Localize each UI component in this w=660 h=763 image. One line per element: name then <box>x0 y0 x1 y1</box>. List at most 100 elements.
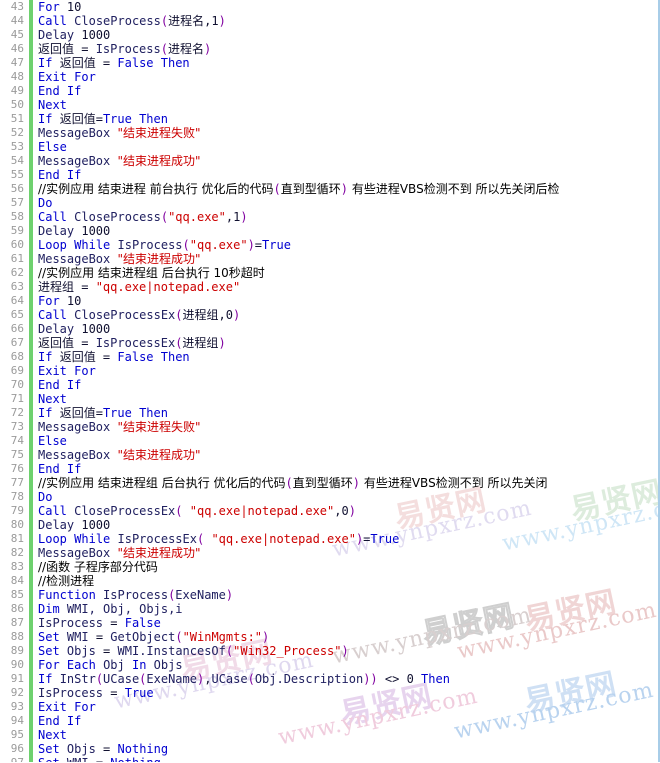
code-line[interactable]: 78 Do <box>0 490 660 504</box>
code-line[interactable]: 64 For 10 <box>0 294 660 308</box>
code-line[interactable]: 95 Next <box>0 728 660 742</box>
code-line[interactable]: 90 For Each Obj In Objs <box>0 658 660 672</box>
code-line[interactable]: 68 If 返回值 = False Then <box>0 350 660 364</box>
code-line[interactable]: 92 IsProcess = True <box>0 686 660 700</box>
code-line[interactable]: 85 Function IsProcess(ExeName) <box>0 588 660 602</box>
code-line-text[interactable]: If 返回值 = False Then <box>38 56 190 70</box>
code-line-text[interactable]: MessageBox "结束进程成功" <box>38 154 201 168</box>
code-line[interactable]: 58 Call CloseProcess("qq.exe",1) <box>0 210 660 224</box>
code-line-text[interactable]: Next <box>38 98 67 112</box>
code-line-text[interactable]: 返回值 = IsProcessEx(进程组) <box>38 336 226 350</box>
code-line-text[interactable]: If InStr(UCase(ExeName),UCase(Obj.Descri… <box>38 672 450 686</box>
code-line[interactable]: 75 MessageBox "结束进程成功" <box>0 448 660 462</box>
code-editor-pane[interactable]: 易贤网 www.ynpxrz.com 易贤网 www.ynpxrz.com 易贤网 www… <box>0 0 660 763</box>
code-line-text[interactable]: Delay 1000 <box>38 28 110 42</box>
code-line-text[interactable]: Else <box>38 140 67 154</box>
code-line[interactable]: 73 MessageBox "结束进程失败" <box>0 420 660 434</box>
code-line-text[interactable]: End If <box>38 462 81 476</box>
code-line-text[interactable]: Call CloseProcess("qq.exe",1) <box>38 210 248 224</box>
code-line[interactable]: 54 MessageBox "结束进程成功" <box>0 154 660 168</box>
code-line[interactable]: 44 Call CloseProcess(进程名,1) <box>0 14 660 28</box>
code-line-text[interactable]: MessageBox "结束进程失败" <box>38 420 201 434</box>
code-line-text[interactable]: Call CloseProcessEx( "qq.exe|notepad.exe… <box>38 504 356 518</box>
code-line-text[interactable]: Exit For <box>38 70 96 84</box>
code-line-text[interactable]: Loop While IsProcess("qq.exe")=True <box>38 238 291 252</box>
code-line[interactable]: 48 Exit For <box>0 70 660 84</box>
code-line-text[interactable]: Else <box>38 434 67 448</box>
code-line-text[interactable]: IsProcess = False <box>38 616 161 630</box>
code-line[interactable]: 56 //实例应用 结束进程 前台执行 优化后的代码(直到型循环) 有些进程VBS… <box>0 182 660 196</box>
code-line[interactable]: 94 End If <box>0 714 660 728</box>
code-line[interactable]: 57 Do <box>0 196 660 210</box>
code-line[interactable]: 60 Loop While IsProcess("qq.exe")=True <box>0 238 660 252</box>
code-line-text[interactable]: Delay 1000 <box>38 518 110 532</box>
code-line[interactable]: 52 MessageBox "结束进程失败" <box>0 126 660 140</box>
code-line-text[interactable]: Call CloseProcessEx(进程组,0) <box>38 308 240 322</box>
code-line[interactable]: 66 Delay 1000 <box>0 322 660 336</box>
code-line[interactable]: 81 Loop While IsProcessEx( "qq.exe|notepa… <box>0 532 660 546</box>
code-line[interactable]: 89 Set Objs = WMI.InstancesOf("Win32_Proc… <box>0 644 660 658</box>
code-line-text[interactable]: Do <box>38 196 52 210</box>
code-line-text[interactable]: Exit For <box>38 364 96 378</box>
code-line-text[interactable]: Dim WMI, Obj, Objs,i <box>38 602 183 616</box>
code-line-text[interactable]: Function IsProcess(ExeName) <box>38 588 233 602</box>
code-line[interactable]: 55 End If <box>0 168 660 182</box>
code-line[interactable]: 77 //实例应用 结束进程组 后台执行 优化后的代码(直到型循环) 有些进程VB… <box>0 476 660 490</box>
code-line[interactable]: 80 Delay 1000 <box>0 518 660 532</box>
code-line-text[interactable]: For Each Obj In Objs <box>38 658 183 672</box>
code-line-text[interactable]: MessageBox "结束进程成功" <box>38 448 201 462</box>
code-line[interactable]: 50 Next <box>0 98 660 112</box>
code-line[interactable]: 53 Else <box>0 140 660 154</box>
code-line-text[interactable]: //实例应用 结束进程组 后台执行 优化后的代码(直到型循环) 有些进程VBS检… <box>38 476 548 490</box>
code-line[interactable]: 71 Next <box>0 392 660 406</box>
code-line[interactable]: 76 End If <box>0 462 660 476</box>
code-line[interactable]: 67 返回值 = IsProcessEx(进程组) <box>0 336 660 350</box>
code-line[interactable]: 46 返回值 = IsProcess(进程名) <box>0 42 660 56</box>
code-line-text[interactable]: MessageBox "结束进程成功" <box>38 252 201 266</box>
code-line[interactable]: 63 进程组 = "qq.exe|notepad.exe" <box>0 280 660 294</box>
code-line-text[interactable]: Delay 1000 <box>38 322 110 336</box>
code-line-text[interactable]: If 返回值 = False Then <box>38 350 190 364</box>
code-line-text[interactable]: If 返回值=True Then <box>38 406 168 420</box>
code-line[interactable]: 93 Exit For <box>0 700 660 714</box>
code-line-text[interactable]: If 返回值=True Then <box>38 112 168 126</box>
code-line-text[interactable]: Call CloseProcess(进程名,1) <box>38 14 226 28</box>
code-line[interactable]: 91 If InStr(UCase(ExeName),UCase(Obj.Desc… <box>0 672 660 686</box>
code-line-text[interactable]: MessageBox "结束进程成功" <box>38 546 201 560</box>
code-line[interactable]: 62 //实例应用 结束进程组 后台执行 10秒超时 <box>0 266 660 280</box>
code-line[interactable]: 69 Exit For <box>0 364 660 378</box>
code-line-text[interactable]: MessageBox "结束进程失败" <box>38 126 201 140</box>
code-line[interactable]: 70 End If <box>0 378 660 392</box>
code-line-text[interactable]: Set Objs = Nothing <box>38 742 168 756</box>
code-line-text[interactable]: For 10 <box>38 294 81 308</box>
code-line-text[interactable]: //实例应用 结束进程 前台执行 优化后的代码(直到型循环) 有些进程VBS检测… <box>38 182 560 196</box>
code-line-text[interactable]: //检测进程 <box>38 574 94 588</box>
code-line-text[interactable]: IsProcess = True <box>38 686 154 700</box>
code-line[interactable]: 61 MessageBox "结束进程成功" <box>0 252 660 266</box>
code-line-text[interactable]: Delay 1000 <box>38 224 110 238</box>
code-line-text[interactable]: Set WMI = GetObject("WinMgmts:") <box>38 630 269 644</box>
code-line[interactable]: 79 Call CloseProcessEx( "qq.exe|notepad.e… <box>0 504 660 518</box>
code-line-text[interactable]: Next <box>38 728 67 742</box>
code-line[interactable]: 47 If 返回值 = False Then <box>0 56 660 70</box>
code-line[interactable]: 84 //检测进程 <box>0 574 660 588</box>
code-line[interactable]: 88 Set WMI = GetObject("WinMgmts:") <box>0 630 660 644</box>
code-line-text[interactable]: 返回值 = IsProcess(进程名) <box>38 42 211 56</box>
code-line-text[interactable]: End If <box>38 168 81 182</box>
code-line[interactable]: 51 If 返回值=True Then <box>0 112 660 126</box>
code-lines-container[interactable]: 43 For 10 44 Call CloseProcess(进程名,1) 45 Dela… <box>0 0 660 763</box>
code-line-text[interactable]: Next <box>38 392 67 406</box>
code-line-text[interactable]: End If <box>38 714 81 728</box>
code-line[interactable]: 86 Dim WMI, Obj, Objs,i <box>0 602 660 616</box>
code-line-text[interactable]: Do <box>38 490 52 504</box>
code-line-text[interactable]: //函数 子程序部分代码 <box>38 560 158 574</box>
code-line-text[interactable]: 进程组 = "qq.exe|notepad.exe" <box>38 280 240 294</box>
code-line-text[interactable]: Set Objs = WMI.InstancesOf("Win32_Proces… <box>38 644 349 658</box>
code-line[interactable]: 72 If 返回值=True Then <box>0 406 660 420</box>
code-line-text[interactable]: For 10 <box>38 0 81 14</box>
code-line[interactable]: 65 Call CloseProcessEx(进程组,0) <box>0 308 660 322</box>
code-line[interactable]: 82 MessageBox "结束进程成功" <box>0 546 660 560</box>
code-line[interactable]: 74 Else <box>0 434 660 448</box>
code-line[interactable]: 83 //函数 子程序部分代码 <box>0 560 660 574</box>
code-line-text[interactable]: Exit For <box>38 700 96 714</box>
